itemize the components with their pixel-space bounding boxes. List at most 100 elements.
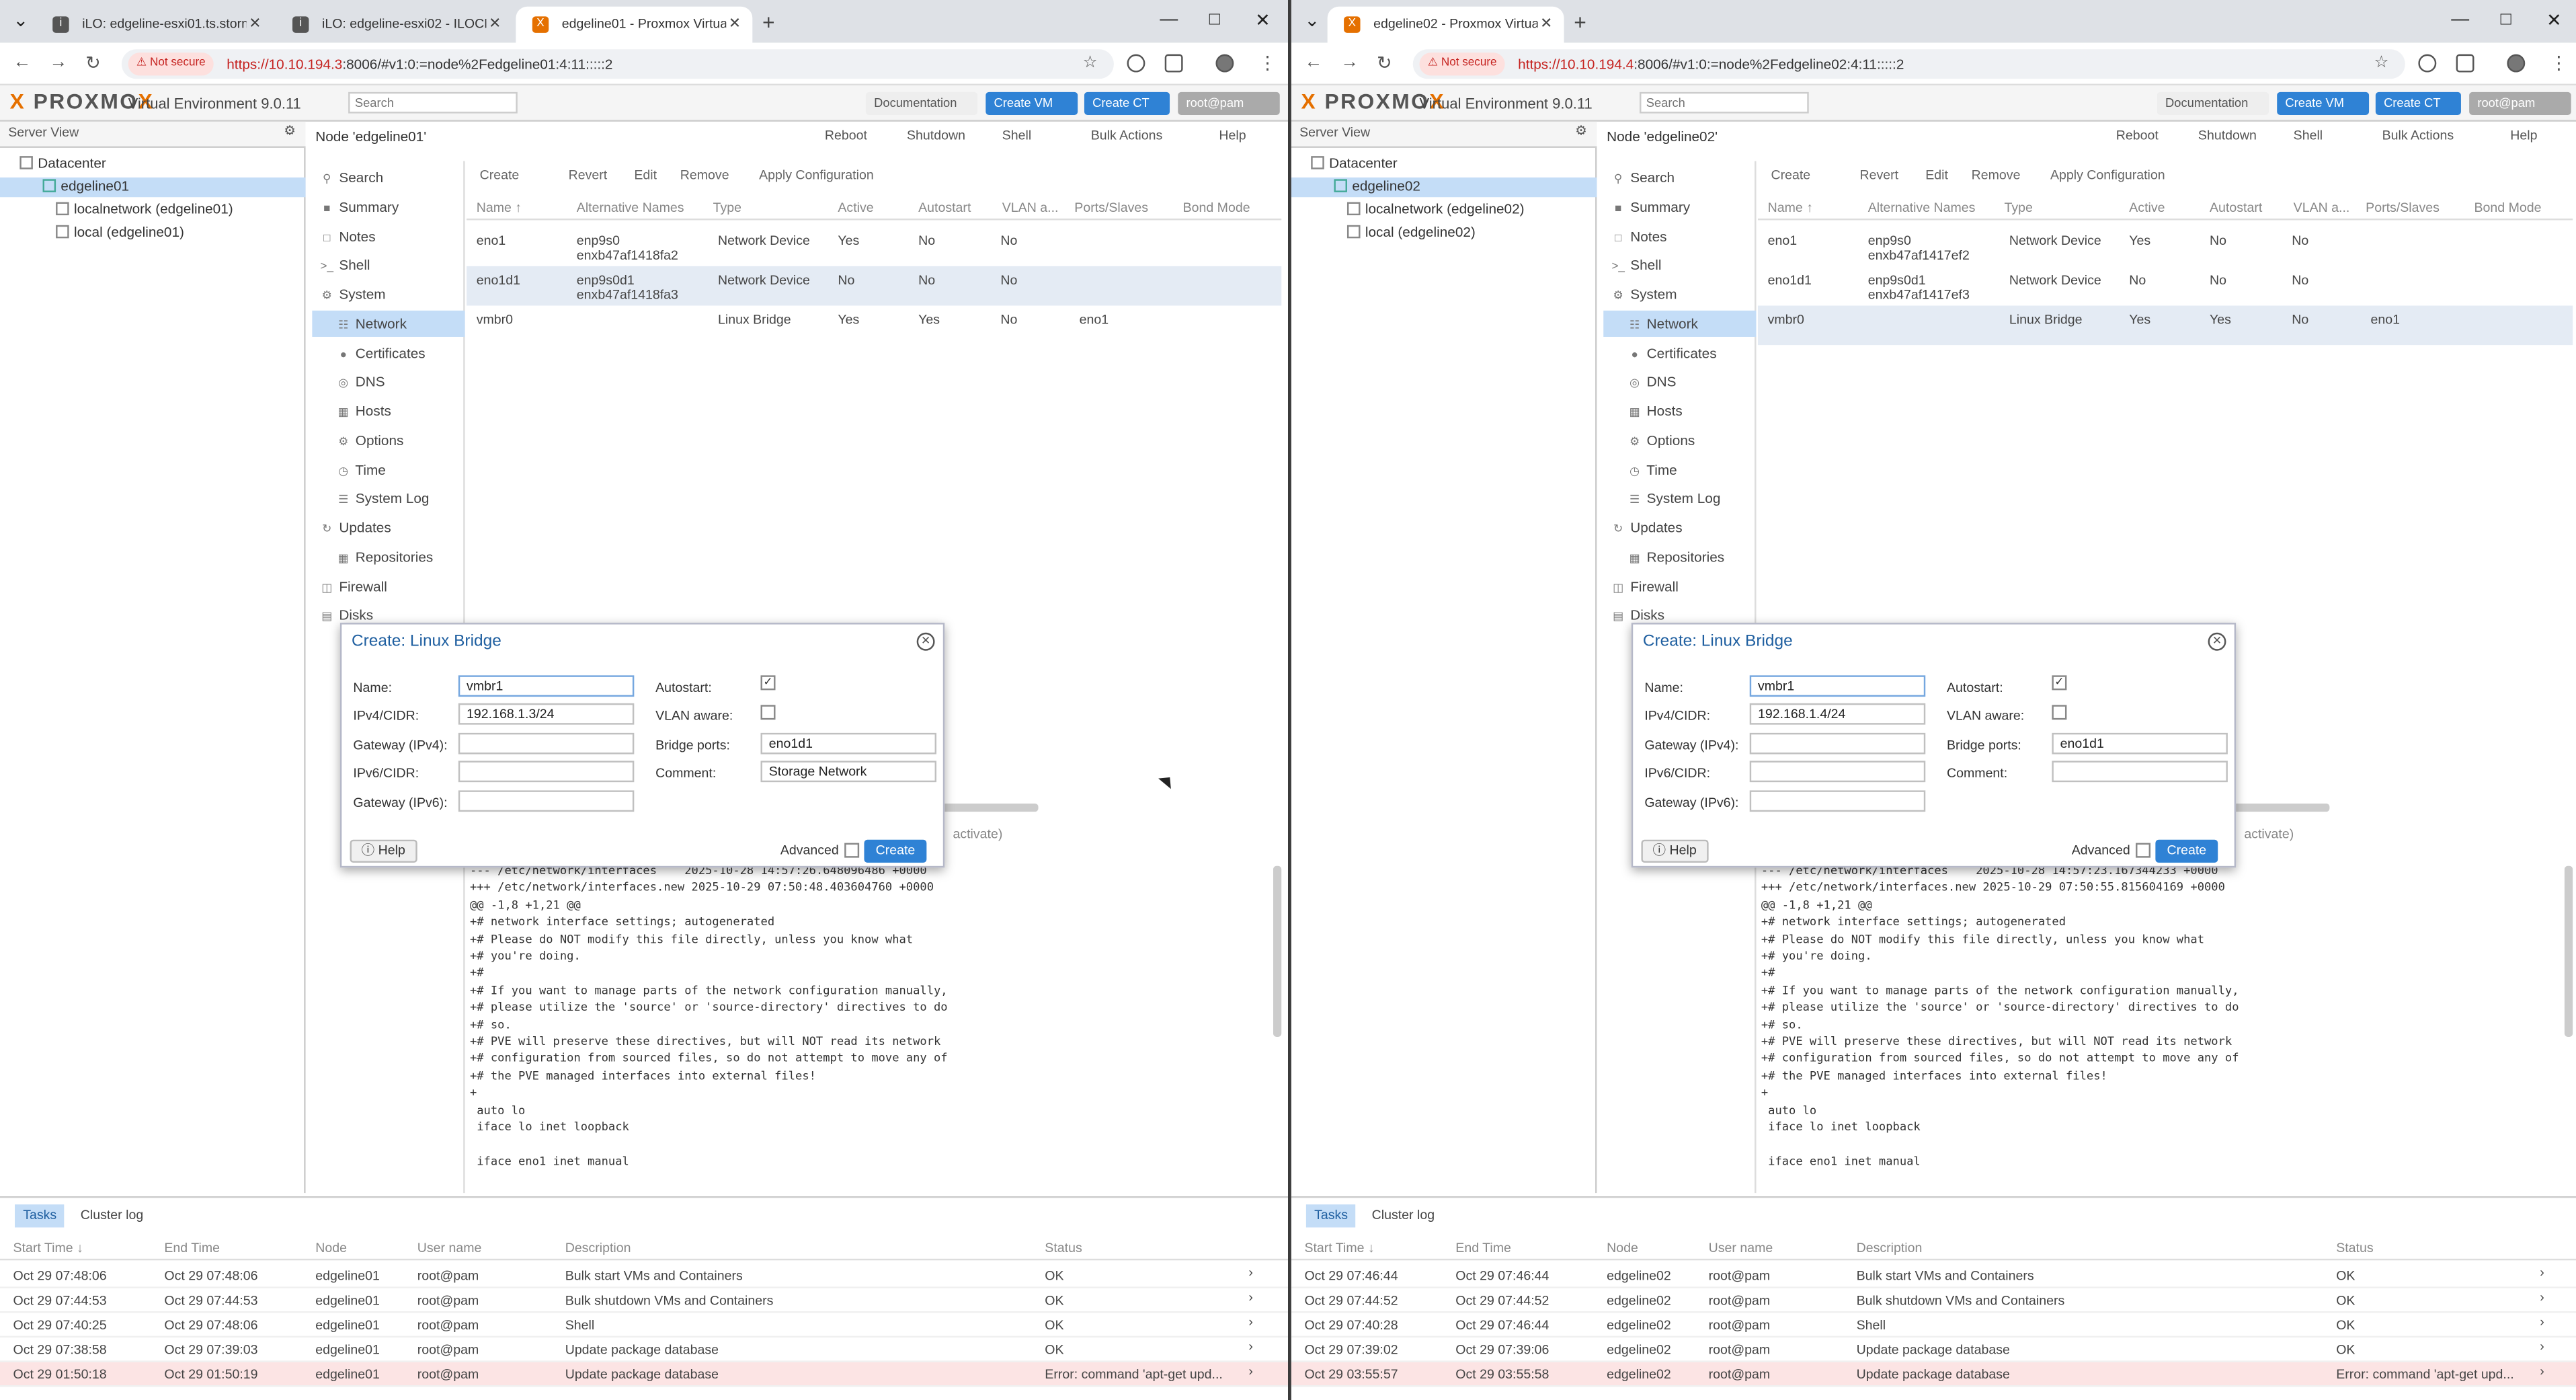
task-row[interactable]: Oct 29 07:40:25 Oct 29 07:48:06 edgeline01… [0,1313,1289,1338]
forward-icon[interactable]: → [1340,52,1359,72]
advanced-checkbox[interactable] [844,843,860,858]
task-row[interactable]: Oct 29 03:55:57 Oct 29 03:55:58 edgeline02… [1291,1362,2576,1387]
table-row[interactable]: eno1 enp9s0 enxb47af1417ef2 Network Device Y… [1758,227,2573,266]
browser-tab[interactable]: i iLO: edgeline-esxi01.ts.stormag✕ [36,7,273,43]
documentation-button[interactable]: Documentation [865,91,978,116]
menu-item-updates[interactable]: ↻ Updates [1603,514,1756,541]
ipv6-field[interactable] [458,761,635,783]
table-row[interactable]: vmbr0 Linux Bridge Yes Yes No eno1 [1757,305,2573,346]
close-tab-icon[interactable]: ✕ [489,15,501,33]
minimize-icon[interactable]: — [1160,10,1178,30]
vertical-scrollbar[interactable] [2564,865,2573,1037]
help-button[interactable]: Help [1219,128,1246,143]
task-column-header[interactable]: Status [2336,1241,2373,1255]
task-row[interactable]: Oct 29 07:40:28 Oct 29 07:46:44 edgeline02… [1291,1313,2576,1338]
bookmark-star-icon[interactable]: ☆ [1083,49,1098,79]
task-row[interactable]: Oct 29 07:38:58 Oct 29 07:39:03 edgeline01… [0,1337,1289,1362]
menu-item-shell[interactable]: >_ Shell [312,251,465,278]
column-header[interactable]: Name ↑ [477,200,522,215]
shell-button[interactable]: Shell [2294,128,2323,143]
task-detail-arrow-icon[interactable]: › [2540,1266,2544,1280]
tree-node[interactable]: edgeline01 [0,177,306,198]
edit-button[interactable]: Edit [634,164,657,187]
task-column-header[interactable]: Start Time ↓ [1304,1241,1374,1255]
task-column-header[interactable]: User name [1709,1241,1773,1255]
column-header[interactable]: Ports/Slaves [2366,200,2440,215]
tree-storage[interactable]: local (edgeline02) [1346,223,1476,240]
menu-item-updates[interactable]: ↻ Updates [312,514,465,541]
extensions-puzzle-icon[interactable] [2456,54,2474,73]
task-detail-arrow-icon[interactable]: › [2540,1315,2544,1329]
shutdown-button[interactable]: Shutdown [907,128,965,143]
task-column-header[interactable]: Start Time ↓ [13,1241,83,1255]
task-column-header[interactable]: Description [565,1241,631,1255]
close-icon[interactable]: ✕ [2208,632,2226,651]
menu-item-notes[interactable]: □ Notes [312,223,465,249]
task-column-header[interactable]: End Time [1455,1241,1511,1255]
menu-item-repositories[interactable]: ▦ Repositories [312,544,465,570]
extension-icon[interactable] [1127,54,1145,73]
task-column-header[interactable]: Node [1607,1241,1638,1255]
revert-button[interactable]: Revert [569,164,608,187]
tree-datacenter[interactable]: Datacenter [19,155,106,171]
profile-avatar-icon[interactable] [1215,54,1234,73]
help-button[interactable]: Help [2510,128,2537,143]
browser-tab[interactable]: Xedgeline02 - Proxmox Virtual E...✕ [1327,6,1564,43]
vlan-aware-checkbox[interactable] [760,705,776,720]
documentation-button[interactable]: Documentation [2157,91,2269,116]
gw4-field[interactable] [458,732,635,754]
create-button[interactable]: Create [480,164,520,187]
task-row[interactable]: Oct 29 01:50:18 Oct 29 01:50:19 edgeline01… [0,1362,1289,1387]
task-detail-arrow-icon[interactable]: › [2540,1364,2544,1378]
column-header[interactable]: Type [713,200,741,215]
vlan-aware-checkbox[interactable] [2052,705,2067,720]
minimize-icon[interactable]: — [2451,10,2469,30]
new-tab-icon[interactable]: + [1574,10,1586,35]
menu-item-search[interactable]: ⚲ Search [1603,164,1756,190]
comment-field[interactable]: Storage Network [760,761,937,783]
revert-button[interactable]: Revert [1859,164,1898,187]
browser-tab[interactable]: i iLO: edgeline-esxi02 - ILOCN70...✕ [276,7,513,43]
menu-item-system-log[interactable]: ☰ System Log [1603,485,1756,511]
vertical-scrollbar[interactable] [1273,865,1282,1037]
remove-button[interactable]: Remove [1972,164,2021,187]
menu-item-hosts[interactable]: ▦ Hosts [312,397,465,424]
gw6-field[interactable] [1749,790,1926,812]
column-header[interactable]: Ports/Slaves [1074,200,1148,215]
menu-item-system[interactable]: ⚙ System [1603,281,1756,307]
apply-configuration-button[interactable]: Apply Configuration [2050,164,2165,187]
maximize-icon[interactable]: □ [2501,10,2511,30]
task-row[interactable]: Oct 29 07:44:52 Oct 29 07:44:52 edgeline02… [1291,1288,2576,1313]
remove-button[interactable]: Remove [680,164,729,187]
name-field[interactable]: vmbr1 [1749,675,1926,697]
column-header[interactable]: Autostart [918,200,971,215]
ipv4-field[interactable]: 192.168.1.3/24 [458,703,635,725]
back-icon[interactable]: ← [1304,52,1322,72]
advanced-checkbox[interactable] [2136,843,2151,858]
table-row[interactable]: eno1d1 enp9s0d1 enxb47af1418fa3 Network Dev… [467,266,1282,306]
search-input[interactable] [348,91,518,114]
not-secure-badge[interactable]: ⚠ Not secure [1419,52,1505,76]
ipv4-field[interactable]: 192.168.1.4/24 [1749,703,1926,725]
task-detail-arrow-icon[interactable]: › [2540,1290,2544,1305]
tab-tasks[interactable]: Tasks [14,1204,65,1228]
autostart-checkbox[interactable]: ✓ [760,675,776,691]
task-column-header[interactable]: Description [1857,1241,1923,1255]
not-secure-badge[interactable]: ⚠ Not secure [128,52,214,76]
edit-button[interactable]: Edit [1925,164,1948,187]
extensions-puzzle-icon[interactable] [1164,54,1183,73]
gear-icon[interactable]: ⚙ [284,123,296,138]
task-row[interactable]: Oct 29 07:48:06 Oct 29 07:48:06 edgeline01… [0,1263,1289,1288]
bulk-actions-button[interactable]: Bulk Actions [2382,128,2454,143]
gw6-field[interactable] [458,790,635,812]
menu-item-shell[interactable]: >_ Shell [1603,251,1756,278]
user-menu-button[interactable]: root@pam [1178,91,1280,116]
column-header[interactable]: VLAN a... [2294,200,2350,215]
tree-node[interactable]: edgeline02 [1291,177,1597,198]
menu-item-options[interactable]: ⚙ Options [1603,427,1756,453]
create-vm-button[interactable]: Create VM [985,91,1078,116]
search-input[interactable] [1639,91,1809,114]
menu-item-summary[interactable]: ■ Summary [312,194,465,220]
reboot-button[interactable]: Reboot [825,128,867,143]
task-row[interactable]: Oct 29 07:46:44 Oct 29 07:46:44 edgeline02… [1291,1263,2576,1288]
